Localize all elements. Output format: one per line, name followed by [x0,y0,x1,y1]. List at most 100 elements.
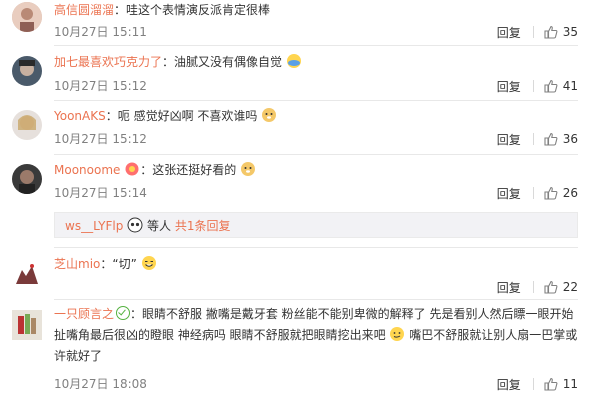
comment-text: 许就好了 [54,349,103,363]
comment-text: 眼睛不舒服 撇嘴是戴牙套 粉丝能不能别卑微的解释了 先是看别人然后瞟一眼开始 [142,307,574,321]
comment-divider [54,45,578,46]
comment-item: 高信圆溜溜：哇这个表情演反派肯定很棒 10月27日 15:11 回复 35 [0,0,592,42]
comment-text-line: 芝山mio：“切” [54,254,578,274]
comment-divider [54,154,578,155]
like-button[interactable]: 11 [544,377,578,391]
comment-actions: 回复 11 [497,376,578,392]
doge-emoji [241,162,256,176]
comment-item: 芝山mio：“切” 回复 22 [0,254,592,296]
divider [532,26,534,38]
laugh-emoji [141,256,156,270]
comment-divider [54,299,578,300]
panda-emoji [127,217,143,233]
comment-divider [54,100,578,101]
avatar[interactable] [12,164,42,194]
timestamp: 10月27日 15:12 [54,79,147,93]
comment-item: 一只顾言之 ：眼睛不舒服 撇嘴是戴牙套 粉丝能不能别卑微的解释了 先是看别人然后瞟… [0,304,592,404]
verified-icon [116,306,131,320]
separator: ： [162,55,175,69]
comment-actions: 回复 26 [497,185,578,201]
comment-list: 高信圆溜溜：哇这个表情演反派肯定很棒 10月27日 15:11 回复 35 加七… [0,0,592,406]
reply-button[interactable]: 回复 [497,185,521,202]
comment-text-line: Moonoome ：这张还挺好看的 [54,160,578,180]
username[interactable]: 高信圆溜溜 [54,3,114,17]
separator: ： [130,307,143,321]
avatar[interactable] [12,310,42,340]
comment-item: Moonoome ：这张还挺好看的 10月27日 15:14 回复 26 ws_… [0,160,592,242]
avatar[interactable] [12,260,42,290]
face-palm-emoji [286,54,301,68]
like-button[interactable]: 36 [544,132,578,146]
thumbs-up-icon [544,132,558,146]
comment-actions: 回复 22 [497,279,578,295]
divider [532,187,534,199]
like-count: 11 [562,377,578,391]
divider [532,281,534,293]
divider [532,378,534,390]
timestamp: 10月27日 15:11 [54,25,147,39]
sub-reply-suffix: 等人 [147,219,172,233]
separator: ： [100,257,113,271]
comment-divider [54,247,578,248]
reply-button[interactable]: 回复 [497,279,521,296]
thumbs-up-icon [544,186,558,200]
comment-text: 哇这个表情演反派肯定很棒 [126,3,271,17]
avatar[interactable] [12,56,42,86]
username[interactable]: YoonAKS [54,109,106,123]
comment-text: “切” [112,257,137,271]
comment-text-line: 加七最喜欢巧克力了：油腻又没有偶像自觉 [54,52,578,72]
avatar[interactable] [12,2,42,32]
separator: ： [105,109,118,123]
timestamp: 10月27日 15:14 [54,186,147,200]
comment-item: 加七最喜欢巧克力了：油腻又没有偶像自觉 10月27日 15:12 回复 41 [0,52,592,97]
badge-icon [125,162,139,176]
like-count: 22 [562,280,578,294]
username[interactable]: 加七最喜欢巧克力了 [54,55,162,69]
thumbs-up-icon [544,377,558,391]
sub-reply-box[interactable]: ws__LYFlp 等人 共1条回复 [54,212,578,238]
timestamp: 10月27日 18:08 [54,377,147,391]
like-count: 36 [562,132,578,146]
reply-button[interactable]: 回复 [497,131,521,148]
comment-actions: 回复 36 [497,131,578,147]
timestamp: 10月27日 15:12 [54,132,147,146]
like-button[interactable]: 35 [544,25,578,39]
thumbs-up-icon [544,79,558,93]
view-replies-link[interactable]: 共1条回复 [175,219,231,233]
doge-emoji [262,108,277,122]
reply-button[interactable]: 回复 [497,24,521,41]
sub-reply-username[interactable]: ws__LYFlp [65,219,123,233]
username[interactable]: Moonoome [54,163,120,177]
separator: ： [114,3,127,17]
thumbs-up-icon [544,25,558,39]
like-count: 41 [562,79,578,93]
reply-button[interactable]: 回复 [497,376,521,393]
thumbs-up-icon [544,280,558,294]
comment-item: YoonAKS：呃 感觉好凶啊 不喜欢谁吗 10月27日 15:12 回复 36 [0,106,592,151]
like-count: 35 [562,25,578,39]
comment-text: 嘴巴不舒服就让别人扇一巴掌或 [409,328,578,342]
comment-text-line: 高信圆溜溜：哇这个表情演反派肯定很棒 [54,0,578,20]
divider [532,80,534,92]
divider [532,133,534,145]
like-count: 26 [562,186,578,200]
like-button[interactable]: 41 [544,79,578,93]
comment-text: 扯嘴角最后很凶的瞪眼 神经病吗 眼睛不舒服就把眼睛挖出来吧 [54,328,386,342]
comment-text-line: 扯嘴角最后很凶的瞪眼 神经病吗 眼睛不舒服就把眼睛挖出来吧 嘴巴不舒服就让别人扇… [54,325,578,345]
like-button[interactable]: 26 [544,186,578,200]
like-button[interactable]: 22 [544,280,578,294]
comment-text-line: 许就好了 [54,346,578,366]
username[interactable]: 一只顾言之 [54,307,114,321]
comment-text-line: 一只顾言之 ：眼睛不舒服 撇嘴是戴牙套 粉丝能不能别卑微的解释了 先是看别人然后瞟… [54,304,578,324]
separator: ： [140,163,153,177]
comment-text-line: YoonAKS：呃 感觉好凶啊 不喜欢谁吗 [54,106,578,126]
avatar[interactable] [12,110,42,140]
reply-button[interactable]: 回复 [497,78,521,95]
username[interactable]: 芝山mio [54,257,100,271]
comment-text: 油腻又没有偶像自觉 [174,55,283,69]
smirk-emoji [390,327,405,341]
comment-actions: 回复 35 [497,24,578,40]
comment-actions: 回复 41 [497,78,578,94]
comment-text: 这张还挺好看的 [152,163,237,177]
comment-text: 呃 感觉好凶啊 不喜欢谁吗 [117,109,258,123]
